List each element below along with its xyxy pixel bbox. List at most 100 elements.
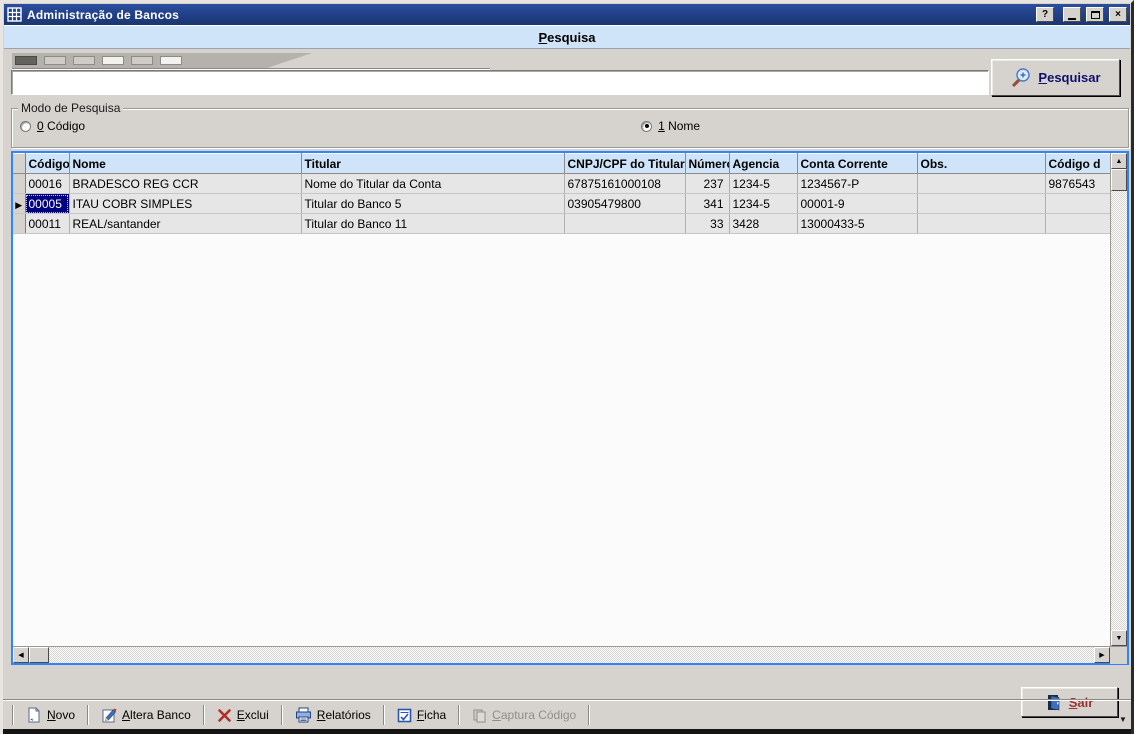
cell-conta[interactable]: 1234567-P <box>797 174 917 194</box>
cell-conta[interactable]: 13000433-5 <box>797 214 917 234</box>
header-codigo-d[interactable]: Código d <box>1045 154 1110 174</box>
cell-nome[interactable]: ITAU COBR SIMPLES <box>69 194 301 214</box>
search-input[interactable] <box>11 70 989 95</box>
toolbar-separator <box>588 705 590 725</box>
exclui-accel: E <box>237 708 245 722</box>
cell-cnpj[interactable]: 67875161000108 <box>564 174 685 194</box>
minimize-icon <box>1068 18 1076 20</box>
minimize-button[interactable] <box>1063 7 1081 22</box>
header-agencia[interactable]: Agencia <box>729 154 797 174</box>
cell-cnpj[interactable]: 03905479800 <box>564 194 685 214</box>
cell-agencia[interactable]: 1234-5 <box>729 194 797 214</box>
novo-button[interactable]: Novo <box>17 704 84 726</box>
ficha-label: icha <box>424 708 446 722</box>
cell-conta[interactable]: 00001-9 <box>797 194 917 214</box>
radio-nome-accel: 1 <box>658 119 665 133</box>
captura-codigo-button[interactable]: Captura Código <box>463 704 585 726</box>
cell-agencia[interactable]: 3428 <box>729 214 797 234</box>
header-nome[interactable]: Nome <box>69 154 301 174</box>
radio-nome[interactable]: 1 Nome <box>641 119 700 133</box>
corner-arrow-icon: ▼ <box>1119 715 1127 724</box>
copy-icon <box>472 708 487 723</box>
scrollbar-corner <box>1110 647 1127 664</box>
cell-nome[interactable]: REAL/santander <box>69 214 301 234</box>
horizontal-scrollbar[interactable]: ◀ ▶ <box>13 647 1110 663</box>
maximize-icon <box>1091 11 1100 19</box>
cell-codigo-d[interactable] <box>1045 194 1110 214</box>
header-cnpj[interactable]: CNPJ/CPF do Titular <box>564 154 685 174</box>
radio-nome-label: Nome <box>665 119 700 133</box>
relatorios-button[interactable]: Relatórios <box>286 704 380 726</box>
table-row[interactable]: 00011 REAL/santander Titular do Banco 11… <box>13 214 1110 234</box>
cell-numero[interactable]: 33 <box>685 214 729 234</box>
header-indicator <box>13 154 25 174</box>
header-numero[interactable]: Número <box>685 154 729 174</box>
vertical-scroll-track[interactable] <box>1111 191 1127 630</box>
cell-codigo[interactable]: 00011 <box>25 214 69 234</box>
cell-obs[interactable] <box>917 194 1045 214</box>
radio-nome-circle <box>641 121 652 132</box>
ficha-button[interactable]: Ficha <box>388 704 455 726</box>
close-button[interactable]: × <box>1109 7 1127 22</box>
cell-codigo[interactable]: 00016 <box>25 174 69 194</box>
radio-codigo[interactable]: 0 Código <box>20 119 85 133</box>
banks-grid: Código Nome Titular CNPJ/CPF do Titular … <box>11 151 1129 665</box>
radio-codigo-accel: 0 <box>37 119 44 133</box>
new-document-icon <box>26 707 42 723</box>
table-row-selected[interactable]: ▶ 00005 ITAU COBR SIMPLES Titular do Ban… <box>13 194 1110 214</box>
novo-label: ovo <box>56 708 75 722</box>
pesquisar-button[interactable]: Pesquisar <box>991 59 1120 96</box>
bottom-toolbar: Novo Altera Banco Exclui <box>9 703 593 727</box>
cell-nome[interactable]: BRADESCO REG CCR <box>69 174 301 194</box>
scroll-down-icon[interactable]: ▼ <box>1111 630 1127 646</box>
header-titular[interactable]: Titular <box>301 154 564 174</box>
altera-label: ltera Banco <box>130 708 191 722</box>
scroll-right-icon[interactable]: ▶ <box>1094 647 1110 663</box>
altera-banco-button[interactable]: Altera Banco <box>92 704 200 726</box>
search-mode-legend: Modo de Pesquisa <box>18 101 123 115</box>
maximize-button[interactable] <box>1086 7 1104 22</box>
cell-agencia[interactable]: 1234-5 <box>729 174 797 194</box>
form-check-icon <box>397 708 412 723</box>
search-mode-group: Modo de Pesquisa 0 Código 1 Nome <box>11 108 1129 148</box>
exclui-button[interactable]: Exclui <box>208 704 278 726</box>
cell-titular[interactable]: Titular do Banco 11 <box>301 214 564 234</box>
exit-door-icon <box>1046 694 1063 711</box>
pesquisar-label: esquisar <box>1047 70 1100 85</box>
cell-obs[interactable] <box>917 174 1045 194</box>
cell-obs[interactable] <box>917 214 1045 234</box>
novo-accel: N <box>47 708 56 722</box>
vertical-scrollbar[interactable]: ▲ ▼ <box>1110 153 1127 646</box>
table-row[interactable]: 00016 BRADESCO REG CCR Nome do Titular d… <box>13 174 1110 194</box>
cell-numero[interactable]: 341 <box>685 194 729 214</box>
scroll-up-icon[interactable]: ▲ <box>1111 153 1127 169</box>
window-bottom-edge <box>3 729 1134 734</box>
cell-codigo-selected[interactable]: 00005 <box>25 194 69 214</box>
tab-pesquisa[interactable]: Pesquisa <box>4 25 1130 49</box>
header-codigo[interactable]: Código <box>25 154 69 174</box>
horizontal-scroll-track[interactable] <box>49 647 1094 663</box>
app-icon <box>7 7 22 22</box>
vertical-scroll-thumb[interactable] <box>1111 169 1127 191</box>
toolbar-separator <box>87 705 89 725</box>
tab-pesquisa-label: esquisa <box>547 30 595 45</box>
header-conta-corrente[interactable]: Conta Corrente <box>797 154 917 174</box>
horizontal-scroll-thumb[interactable] <box>29 647 49 663</box>
help-button[interactable]: ? <box>1036 7 1054 22</box>
cell-titular[interactable]: Nome do Titular da Conta <box>301 174 564 194</box>
scroll-left-icon[interactable]: ◀ <box>13 647 29 663</box>
sair-button[interactable]: Sair <box>1021 687 1118 717</box>
toolbar-separator <box>203 705 205 725</box>
cell-titular[interactable]: Titular do Banco 5 <box>301 194 564 214</box>
cell-numero[interactable]: 237 <box>685 174 729 194</box>
toolbar-divider <box>3 699 1134 701</box>
artifact-boxes <box>15 56 182 65</box>
cell-codigo-d[interactable] <box>1045 214 1110 234</box>
header-obs[interactable]: Obs. <box>917 154 1045 174</box>
cell-cnpj[interactable] <box>564 214 685 234</box>
artifact-box <box>73 56 95 65</box>
toolbar-separator <box>458 705 460 725</box>
artifact-underline <box>12 68 490 69</box>
altera-accel: A <box>122 708 130 722</box>
cell-codigo-d[interactable]: 9876543 <box>1045 174 1110 194</box>
